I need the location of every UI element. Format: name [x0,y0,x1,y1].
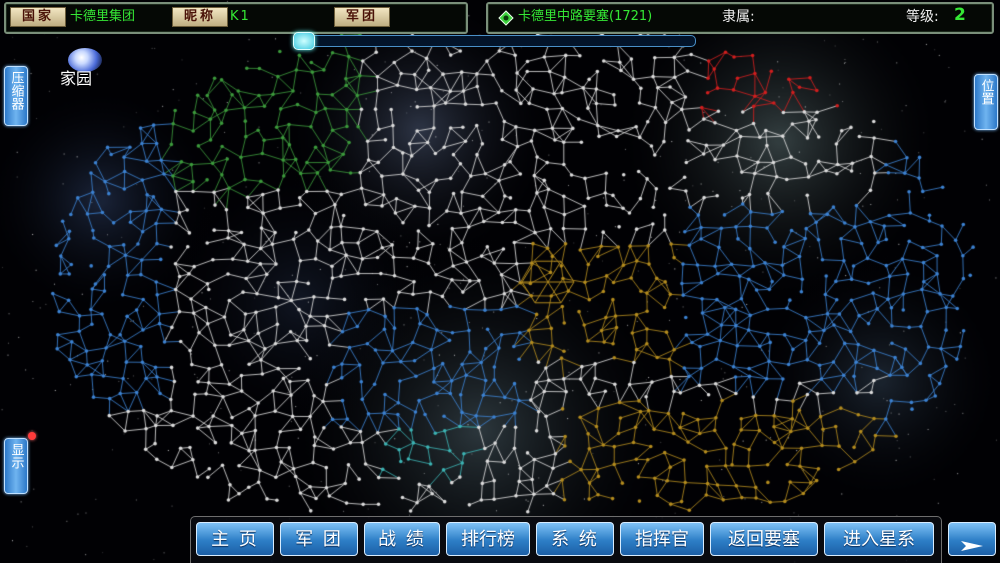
nav-return-fortress-button[interactable]: 返回要塞 [710,522,818,556]
nickname-value: K1 [230,9,251,24]
home-label[interactable]: 家园 [60,70,92,88]
nav-home-button[interactable]: 主 页 [196,522,274,556]
country-tag: 国家 [10,7,66,27]
level-value: 2 [954,5,966,25]
compressor-tab[interactable]: 压缩器 [4,66,28,126]
nav-legion-button[interactable]: 军 团 [280,522,358,556]
position-tab[interactable]: 位置 [974,74,998,130]
galaxy-star-map[interactable] [0,0,1000,563]
zoom-slider-handle[interactable] [293,32,315,50]
nav-record-button[interactable]: 战 绩 [364,522,440,556]
play-arrow-icon [959,532,985,563]
compressor-tab-label: 压缩器 [8,71,24,110]
position-tab-label: 位置 [978,79,994,105]
player-info-panel: 国家 卡德里集团 昵称 K1 军团 [4,2,468,34]
nav-enter-galaxy-button[interactable]: 进入星系 [824,522,934,556]
nickname-tag: 昵称 [172,7,228,27]
display-tab[interactable]: 显示 [4,438,28,494]
affiliation-label: 隶属: [722,9,755,25]
zoom-slider[interactable] [293,32,696,50]
nav-ranking-button[interactable]: 排行榜 [446,522,530,556]
display-tab-label: 显示 [8,443,24,469]
country-name: 卡德里集团 [70,9,136,24]
galaxy-map-screen: 国家 卡德里集团 昵称 K1 军团 卡德里中路要塞(1721) 隶属: 等级: … [0,0,1000,563]
nav-system-button[interactable]: 系 统 [536,522,614,556]
next-page-button[interactable] [948,522,996,556]
legion-tag[interactable]: 军团 [334,7,390,27]
location-info-panel: 卡德里中路要塞(1721) 隶属: 等级: 2 [486,2,994,34]
location-name: 卡德里中路要塞(1721) [518,9,653,24]
notification-dot [28,432,36,440]
nav-commander-button[interactable]: 指挥官 [620,522,704,556]
level-label: 等级: [906,9,939,25]
fortress-icon [498,10,514,26]
